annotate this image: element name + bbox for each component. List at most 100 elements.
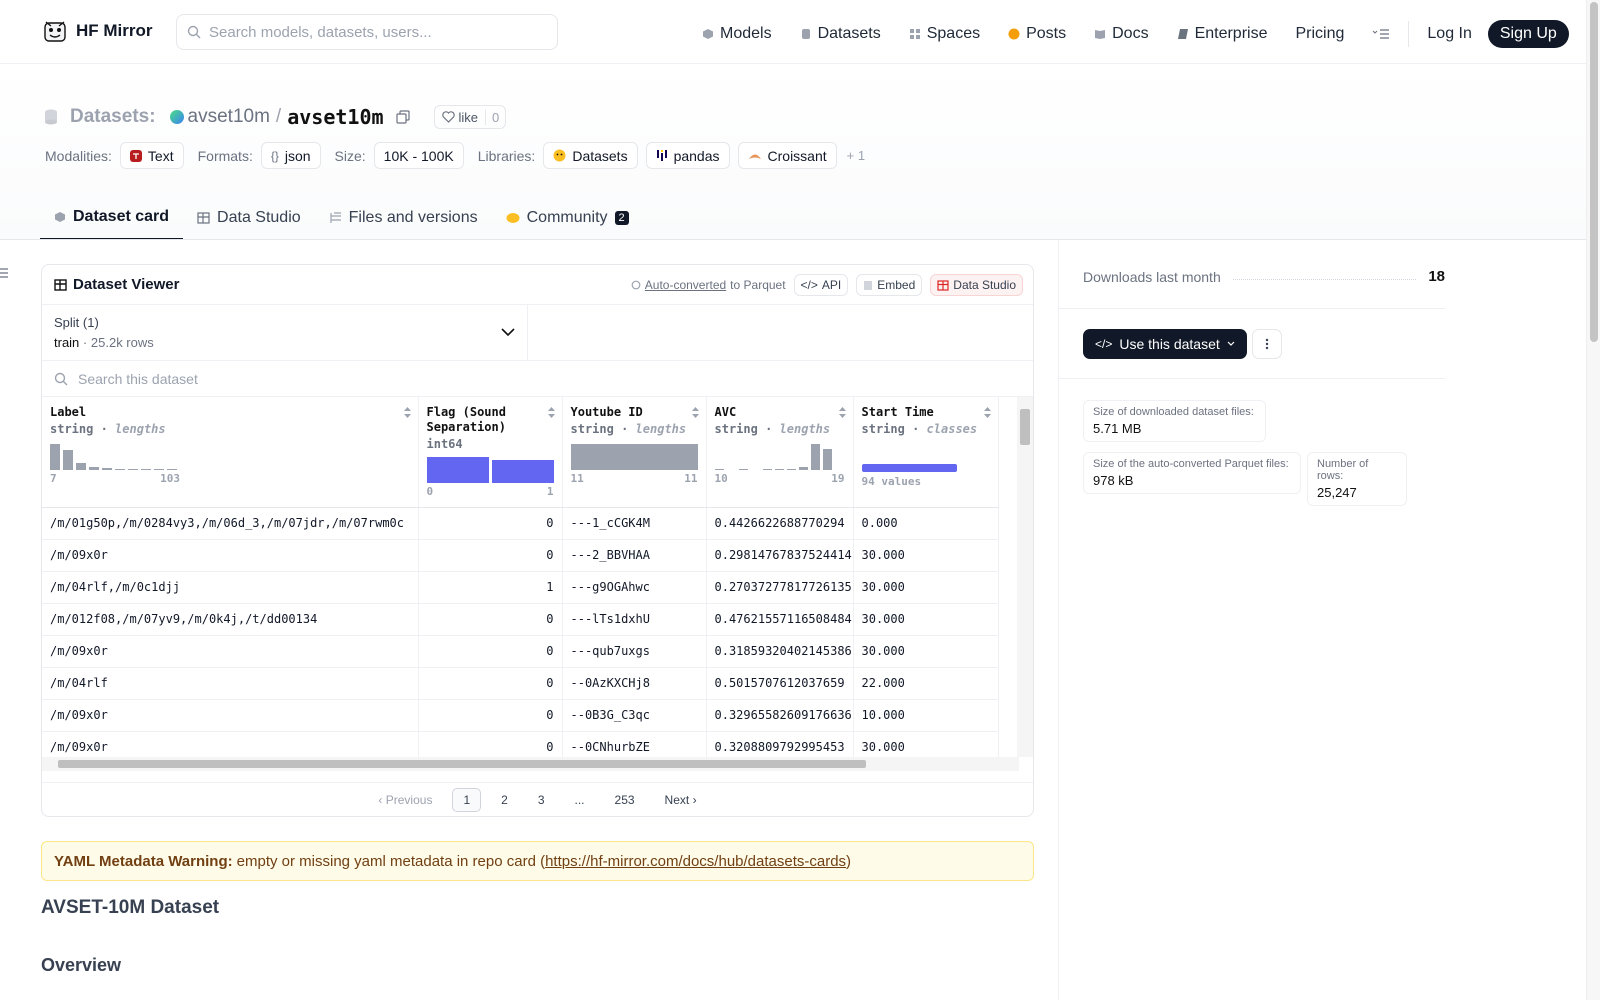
table-cell[interactable]: 0.47621557116508484 <box>706 603 854 636</box>
repo-name[interactable]: avset10m <box>287 105 383 129</box>
table-cell[interactable]: 10.000 <box>853 699 999 732</box>
grid-horizontal-scrollbar[interactable] <box>42 757 1019 771</box>
hist-bar[interactable] <box>762 469 772 470</box>
table-row[interactable]: /m/012f08,/m/07yv9,/m/0k4j,/t/dd00134 0 --… <box>42 603 999 636</box>
nav-models[interactable]: Models <box>702 25 772 43</box>
split-selector[interactable]: Split (1) train · 25.2k rows <box>42 305 528 361</box>
more-options-button[interactable] <box>1252 329 1282 359</box>
column-histogram[interactable] <box>714 444 845 470</box>
table-cell[interactable]: 0.000 <box>853 507 999 540</box>
pager-next[interactable]: Next › <box>655 789 707 811</box>
table-cell[interactable]: ---g9OGAhwc <box>562 571 707 604</box>
table-row[interactable]: /m/04rlf 0 --0AzKXCHj8 0.5015707612037659 22… <box>42 667 999 700</box>
hist-bar[interactable] <box>76 463 86 470</box>
global-search-input[interactable] <box>209 23 529 41</box>
column-header-start-time[interactable]: Start Time string · classes 94 values <box>853 397 999 508</box>
tab-dataset-card[interactable]: Dataset card <box>40 196 184 240</box>
tab-community[interactable]: Community 2 <box>492 196 643 240</box>
hist-bar[interactable] <box>570 444 698 470</box>
dataset-search-input[interactable] <box>78 370 478 387</box>
table-cell[interactable]: 0.29814767837524414 <box>706 539 854 572</box>
table-cell[interactable]: 0.27037277817726135 <box>706 571 854 604</box>
pager-page-3[interactable]: 3 <box>528 789 555 811</box>
table-cell[interactable]: 22.000 <box>853 667 999 700</box>
page-scrollbar-thumb[interactable] <box>1590 2 1598 342</box>
sort-icon[interactable] <box>403 406 412 419</box>
login-link[interactable]: Log In <box>1427 25 1471 43</box>
table-row[interactable]: /m/01g50p,/m/0284vy3,/m/06d_3,/m/07jdr,/… <box>42 507 999 540</box>
column-header-label[interactable]: Label string · lengths 7 103 <box>42 397 419 508</box>
hist-bar[interactable] <box>167 469 177 470</box>
hist-bar[interactable] <box>774 469 784 470</box>
more-libraries[interactable]: + 1 <box>847 148 865 163</box>
hist-bar[interactable] <box>426 457 489 483</box>
table-cell[interactable]: 0 <box>418 635 563 668</box>
tag-library-datasets[interactable]: Datasets <box>543 142 638 169</box>
hist-bar[interactable] <box>822 449 832 470</box>
table-cell[interactable]: 0 <box>418 667 563 700</box>
auto-converted-note[interactable]: Auto-converted to Parquet <box>631 278 786 292</box>
page-scrollbar[interactable] <box>1586 0 1600 1000</box>
sort-icon[interactable] <box>838 406 847 419</box>
nav-pricing[interactable]: Pricing <box>1295 25 1344 43</box>
table-cell[interactable]: /m/04rlf <box>42 667 419 700</box>
table-cell[interactable]: 1 <box>418 571 563 604</box>
table-row[interactable]: /m/04rlf,/m/0c1djj 1 ---g9OGAhwc 0.27037277… <box>42 571 999 604</box>
column-header-youtube-id[interactable]: Youtube ID string · lengths 11 11 <box>562 397 707 508</box>
class-bar[interactable] <box>861 464 957 472</box>
signup-button[interactable]: Sign Up <box>1487 20 1569 48</box>
use-dataset-button[interactable]: </> Use this dataset <box>1083 329 1247 359</box>
column-histogram[interactable] <box>50 444 410 470</box>
copy-icon[interactable] <box>395 110 410 124</box>
nav-enterprise[interactable]: Enterprise <box>1177 25 1267 43</box>
hist-bar[interactable] <box>714 469 724 470</box>
tag-format-json[interactable]: {} json <box>260 142 321 169</box>
repo-owner-link[interactable]: avset10m <box>169 106 270 128</box>
tag-modality-text[interactable]: Text <box>119 142 184 169</box>
hist-bar[interactable] <box>810 444 820 470</box>
nav-spaces[interactable]: Spaces <box>909 25 980 43</box>
table-cell[interactable]: --0AzKXCHj8 <box>562 667 707 700</box>
table-cell[interactable]: 0 <box>418 699 563 732</box>
pager-page-2[interactable]: 2 <box>491 789 518 811</box>
tab-data-studio[interactable]: Data Studio <box>183 196 315 240</box>
hist-bar[interactable] <box>115 469 125 470</box>
table-cell[interactable]: 0.4426622688770294 <box>706 507 854 540</box>
table-cell[interactable]: 30.000 <box>853 635 999 668</box>
table-cell[interactable]: 0.5015707612037659 <box>706 667 854 700</box>
table-cell[interactable]: 30.000 <box>853 571 999 604</box>
hist-bar[interactable] <box>102 468 112 470</box>
sort-icon[interactable] <box>547 406 556 419</box>
hist-bar[interactable] <box>738 469 748 470</box>
table-cell[interactable]: /m/01g50p,/m/0284vy3,/m/06d_3,/m/07jdr,/… <box>42 507 419 540</box>
column-histogram[interactable] <box>570 444 698 470</box>
hist-bar[interactable] <box>50 444 60 470</box>
auto-converted-link[interactable]: Auto-converted <box>645 278 726 292</box>
hist-bar[interactable] <box>141 469 151 470</box>
hist-bar[interactable] <box>128 469 138 470</box>
table-cell[interactable]: 0 <box>418 539 563 572</box>
hist-bar[interactable] <box>89 467 99 470</box>
table-cell[interactable]: ---lTs1dxhU <box>562 603 707 636</box>
tab-files-versions[interactable]: Files and versions <box>315 196 492 240</box>
table-cell[interactable]: ---1_cCGK4M <box>562 507 707 540</box>
nav-docs[interactable]: Docs <box>1094 25 1149 43</box>
nav-posts[interactable]: Posts <box>1008 25 1066 43</box>
pager-page-last[interactable]: 253 <box>605 789 645 811</box>
pager-previous[interactable]: ‹ Previous <box>368 789 442 811</box>
table-cell[interactable]: 0.31859320402145386 <box>706 635 854 668</box>
pager-page-1[interactable]: 1 <box>452 787 482 812</box>
column-histogram[interactable] <box>426 457 554 483</box>
table-cell[interactable]: /m/012f08,/m/07yv9,/m/0k4j,/t/dd00134 <box>42 603 419 636</box>
embed-button[interactable]: Embed <box>856 274 923 296</box>
like-button[interactable]: like 0 <box>433 105 507 129</box>
grid-vertical-thumb[interactable] <box>1020 409 1030 445</box>
table-row[interactable]: /m/09x0r 0 ---qub7uxgs 0.31859320402145386 3… <box>42 635 999 668</box>
tag-library-croissant[interactable]: Croissant <box>737 142 837 169</box>
nav-more[interactable] <box>1372 28 1390 40</box>
sort-icon[interactable] <box>983 406 992 419</box>
sidebar-toggle-icon[interactable] <box>0 266 10 280</box>
column-header-avc[interactable]: AVC string · lengths 10 19 <box>706 397 854 508</box>
warning-link[interactable]: https://hf-mirror.com/docs/hub/datasets-… <box>545 853 846 870</box>
table-cell[interactable]: /m/09x0r <box>42 699 419 732</box>
